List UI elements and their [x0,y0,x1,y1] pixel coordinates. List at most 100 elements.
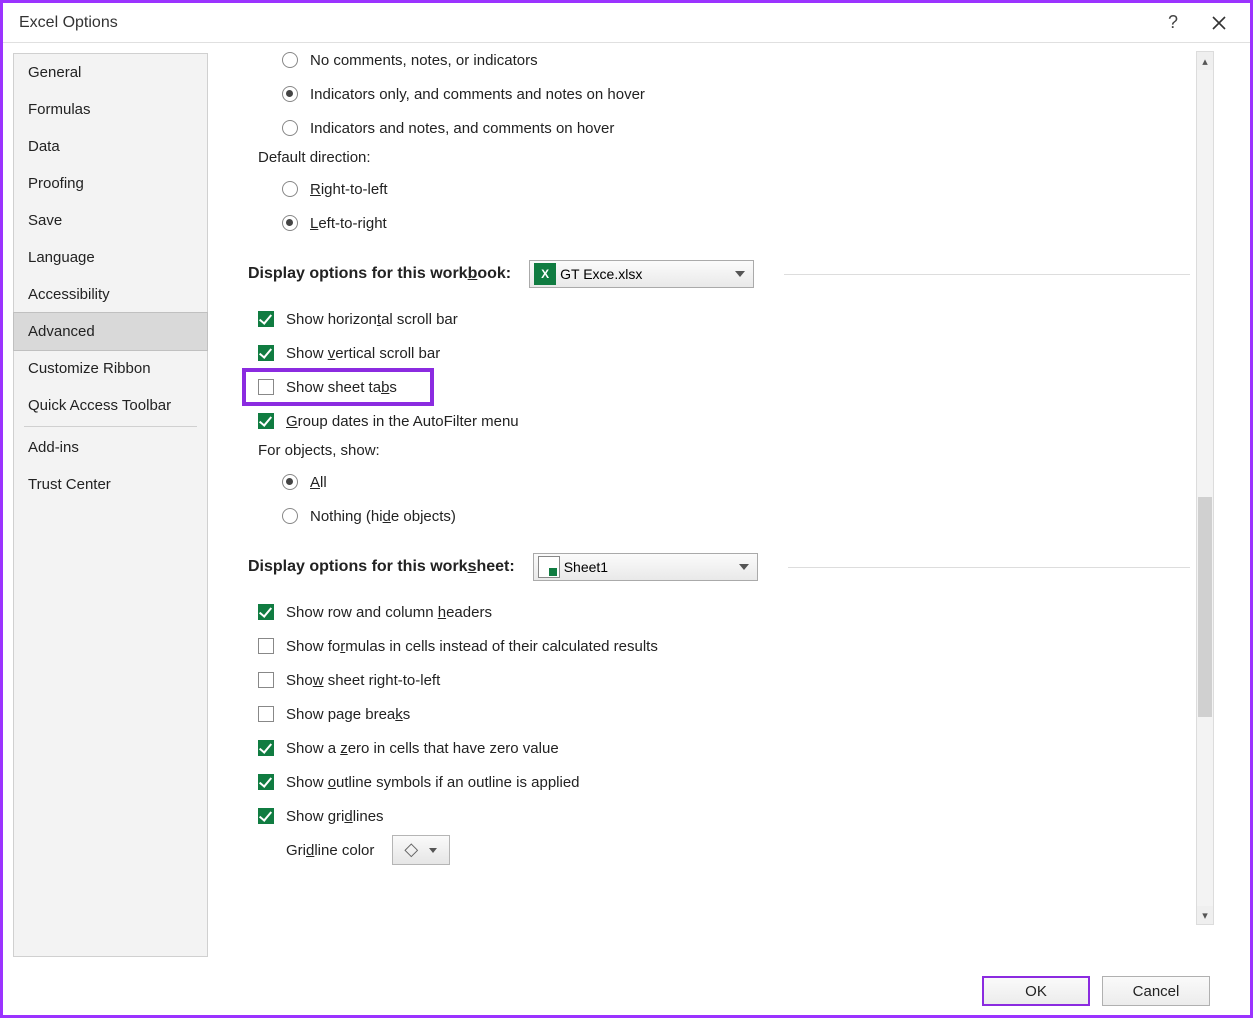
workbook-dropdown-value: GT Exce.xlsx [560,266,642,282]
worksheet-dropdown-value: Sheet1 [564,559,608,575]
checkbox-icon [258,774,274,790]
checkbox-page-breaks[interactable]: Show page breaks [248,697,1190,731]
sidebar-item-trust-center[interactable]: Trust Center [14,466,207,503]
sidebar-separator [24,426,197,427]
checkbox-show-vertical-scroll[interactable]: Show vertical scroll bar [248,336,1190,370]
help-button[interactable]: ? [1150,4,1196,42]
chevron-down-icon [429,848,437,853]
worksheet-dropdown[interactable]: Sheet1 [533,553,758,581]
main-panel: No comments, notes, or indicators Indica… [208,43,1250,967]
radio-no-comments[interactable]: No comments, notes, or indicators [248,43,1190,77]
checkbox-icon [258,413,274,429]
checkbox-show-horizontal-scroll[interactable]: Show horizontal scroll bar [248,302,1190,336]
checkbox-icon [258,672,274,688]
radio-icon [282,474,298,490]
close-button[interactable] [1196,4,1242,42]
radio-left-to-right[interactable]: Left-to-right [248,206,1190,240]
radio-label: Left-to-right [310,215,387,232]
radio-label: Indicators and notes, and comments on ho… [310,120,614,137]
radio-right-to-left[interactable]: Right-to-left [248,172,1190,206]
cancel-button[interactable]: Cancel [1102,976,1210,1006]
checkbox-label: Show sheet tabs [286,379,397,396]
checkbox-label: Show horizontal scroll bar [286,311,458,328]
sidebar-item-quick-access-toolbar[interactable]: Quick Access Toolbar [14,387,207,424]
sidebar-item-accessibility[interactable]: Accessibility [14,276,207,313]
checkbox-icon [258,604,274,620]
default-direction-label: Default direction: [248,145,1190,172]
gridline-color-button[interactable] [392,835,450,865]
radio-label: Right-to-left [310,181,388,198]
checkbox-label: Show row and column headers [286,604,492,621]
section-workbook-label: Display options for this workbook: [248,265,511,283]
radio-objects-all[interactable]: All [248,465,1190,499]
checkbox-label: Show a zero in cells that have zero valu… [286,740,559,757]
radio-icon [282,52,298,68]
sidebar-item-advanced[interactable]: Advanced [13,312,208,351]
radio-label: Indicators only, and comments and notes … [310,86,645,103]
checkbox-group-dates-autofilter[interactable]: Group dates in the AutoFilter menu [248,404,1190,438]
sidebar-item-customize-ribbon[interactable]: Customize Ribbon [14,350,207,387]
radio-indicators-only[interactable]: Indicators only, and comments and notes … [248,77,1190,111]
checkbox-icon [258,638,274,654]
vertical-scrollbar[interactable]: ▴ ▾ [1196,51,1214,925]
dialog-footer: OK Cancel [3,967,1250,1015]
gridline-color-label: Gridline color [286,842,374,859]
checkbox-show-zero[interactable]: Show a zero in cells that have zero valu… [248,731,1190,765]
scroll-thumb[interactable] [1198,497,1212,717]
sidebar-item-language[interactable]: Language [14,239,207,276]
checkbox-label: Group dates in the AutoFilter menu [286,413,519,430]
window-title: Excel Options [11,14,118,32]
excel-file-icon: X [534,263,556,285]
checkbox-icon [258,706,274,722]
checkbox-row-column-headers[interactable]: Show row and column headers [248,595,1190,629]
radio-indicators-and-notes[interactable]: Indicators and notes, and comments on ho… [248,111,1190,145]
checkbox-icon [258,379,274,395]
checkbox-icon [258,311,274,327]
checkbox-icon [258,740,274,756]
section-worksheet-label: Display options for this worksheet: [248,558,515,576]
sidebar-item-proofing[interactable]: Proofing [14,165,207,202]
titlebar: Excel Options ? [3,3,1250,43]
checkbox-label: Show page breaks [286,706,410,723]
section-worksheet: Display options for this worksheet: Shee… [248,553,1190,581]
for-objects-label: For objects, show: [248,438,1190,465]
radio-icon [282,508,298,524]
scroll-up-arrow[interactable]: ▴ [1197,52,1213,70]
checkbox-label: Show outline symbols if an outline is ap… [286,774,580,791]
chevron-down-icon [739,564,749,570]
sidebar-item-add-ins[interactable]: Add-ins [14,429,207,466]
checkbox-outline-symbols[interactable]: Show outline symbols if an outline is ap… [248,765,1190,799]
radio-icon [282,181,298,197]
checkbox-show-formulas[interactable]: Show formulas in cells instead of their … [248,629,1190,663]
checkbox-sheet-rtl[interactable]: Show sheet right-to-left [248,663,1190,697]
radio-objects-nothing[interactable]: Nothing (hide objects) [248,499,1190,533]
radio-label: No comments, notes, or indicators [310,52,538,69]
sidebar-item-data[interactable]: Data [14,128,207,165]
checkbox-label: Show vertical scroll bar [286,345,440,362]
radio-icon [282,120,298,136]
sidebar-item-formulas[interactable]: Formulas [14,91,207,128]
checkbox-gridlines[interactable]: Show gridlines [248,799,1190,833]
paint-bucket-icon [405,841,423,859]
checkbox-label: Show formulas in cells instead of their … [286,638,658,655]
radio-label: Nothing (hide objects) [310,508,456,525]
radio-label: All [310,474,327,491]
workbook-dropdown[interactable]: X GT Exce.xlsx [529,260,754,288]
chevron-down-icon [735,271,745,277]
radio-icon [282,215,298,231]
section-workbook: Display options for this workbook: X GT … [248,260,1190,288]
checkbox-label: Show gridlines [286,808,384,825]
checkbox-icon [258,345,274,361]
sidebar: General Formulas Data Proofing Save Lang… [13,53,208,957]
sidebar-item-general[interactable]: General [14,54,207,91]
radio-icon [282,86,298,102]
checkbox-label: Show sheet right-to-left [286,672,440,689]
ok-button[interactable]: OK [982,976,1090,1006]
gridline-color-row: Gridline color [248,833,1190,867]
scroll-down-arrow[interactable]: ▾ [1197,906,1213,924]
close-icon [1212,16,1226,30]
sheet-icon [538,556,560,578]
checkbox-show-sheet-tabs[interactable]: Show sheet tabs [248,370,1190,404]
checkbox-icon [258,808,274,824]
sidebar-item-save[interactable]: Save [14,202,207,239]
